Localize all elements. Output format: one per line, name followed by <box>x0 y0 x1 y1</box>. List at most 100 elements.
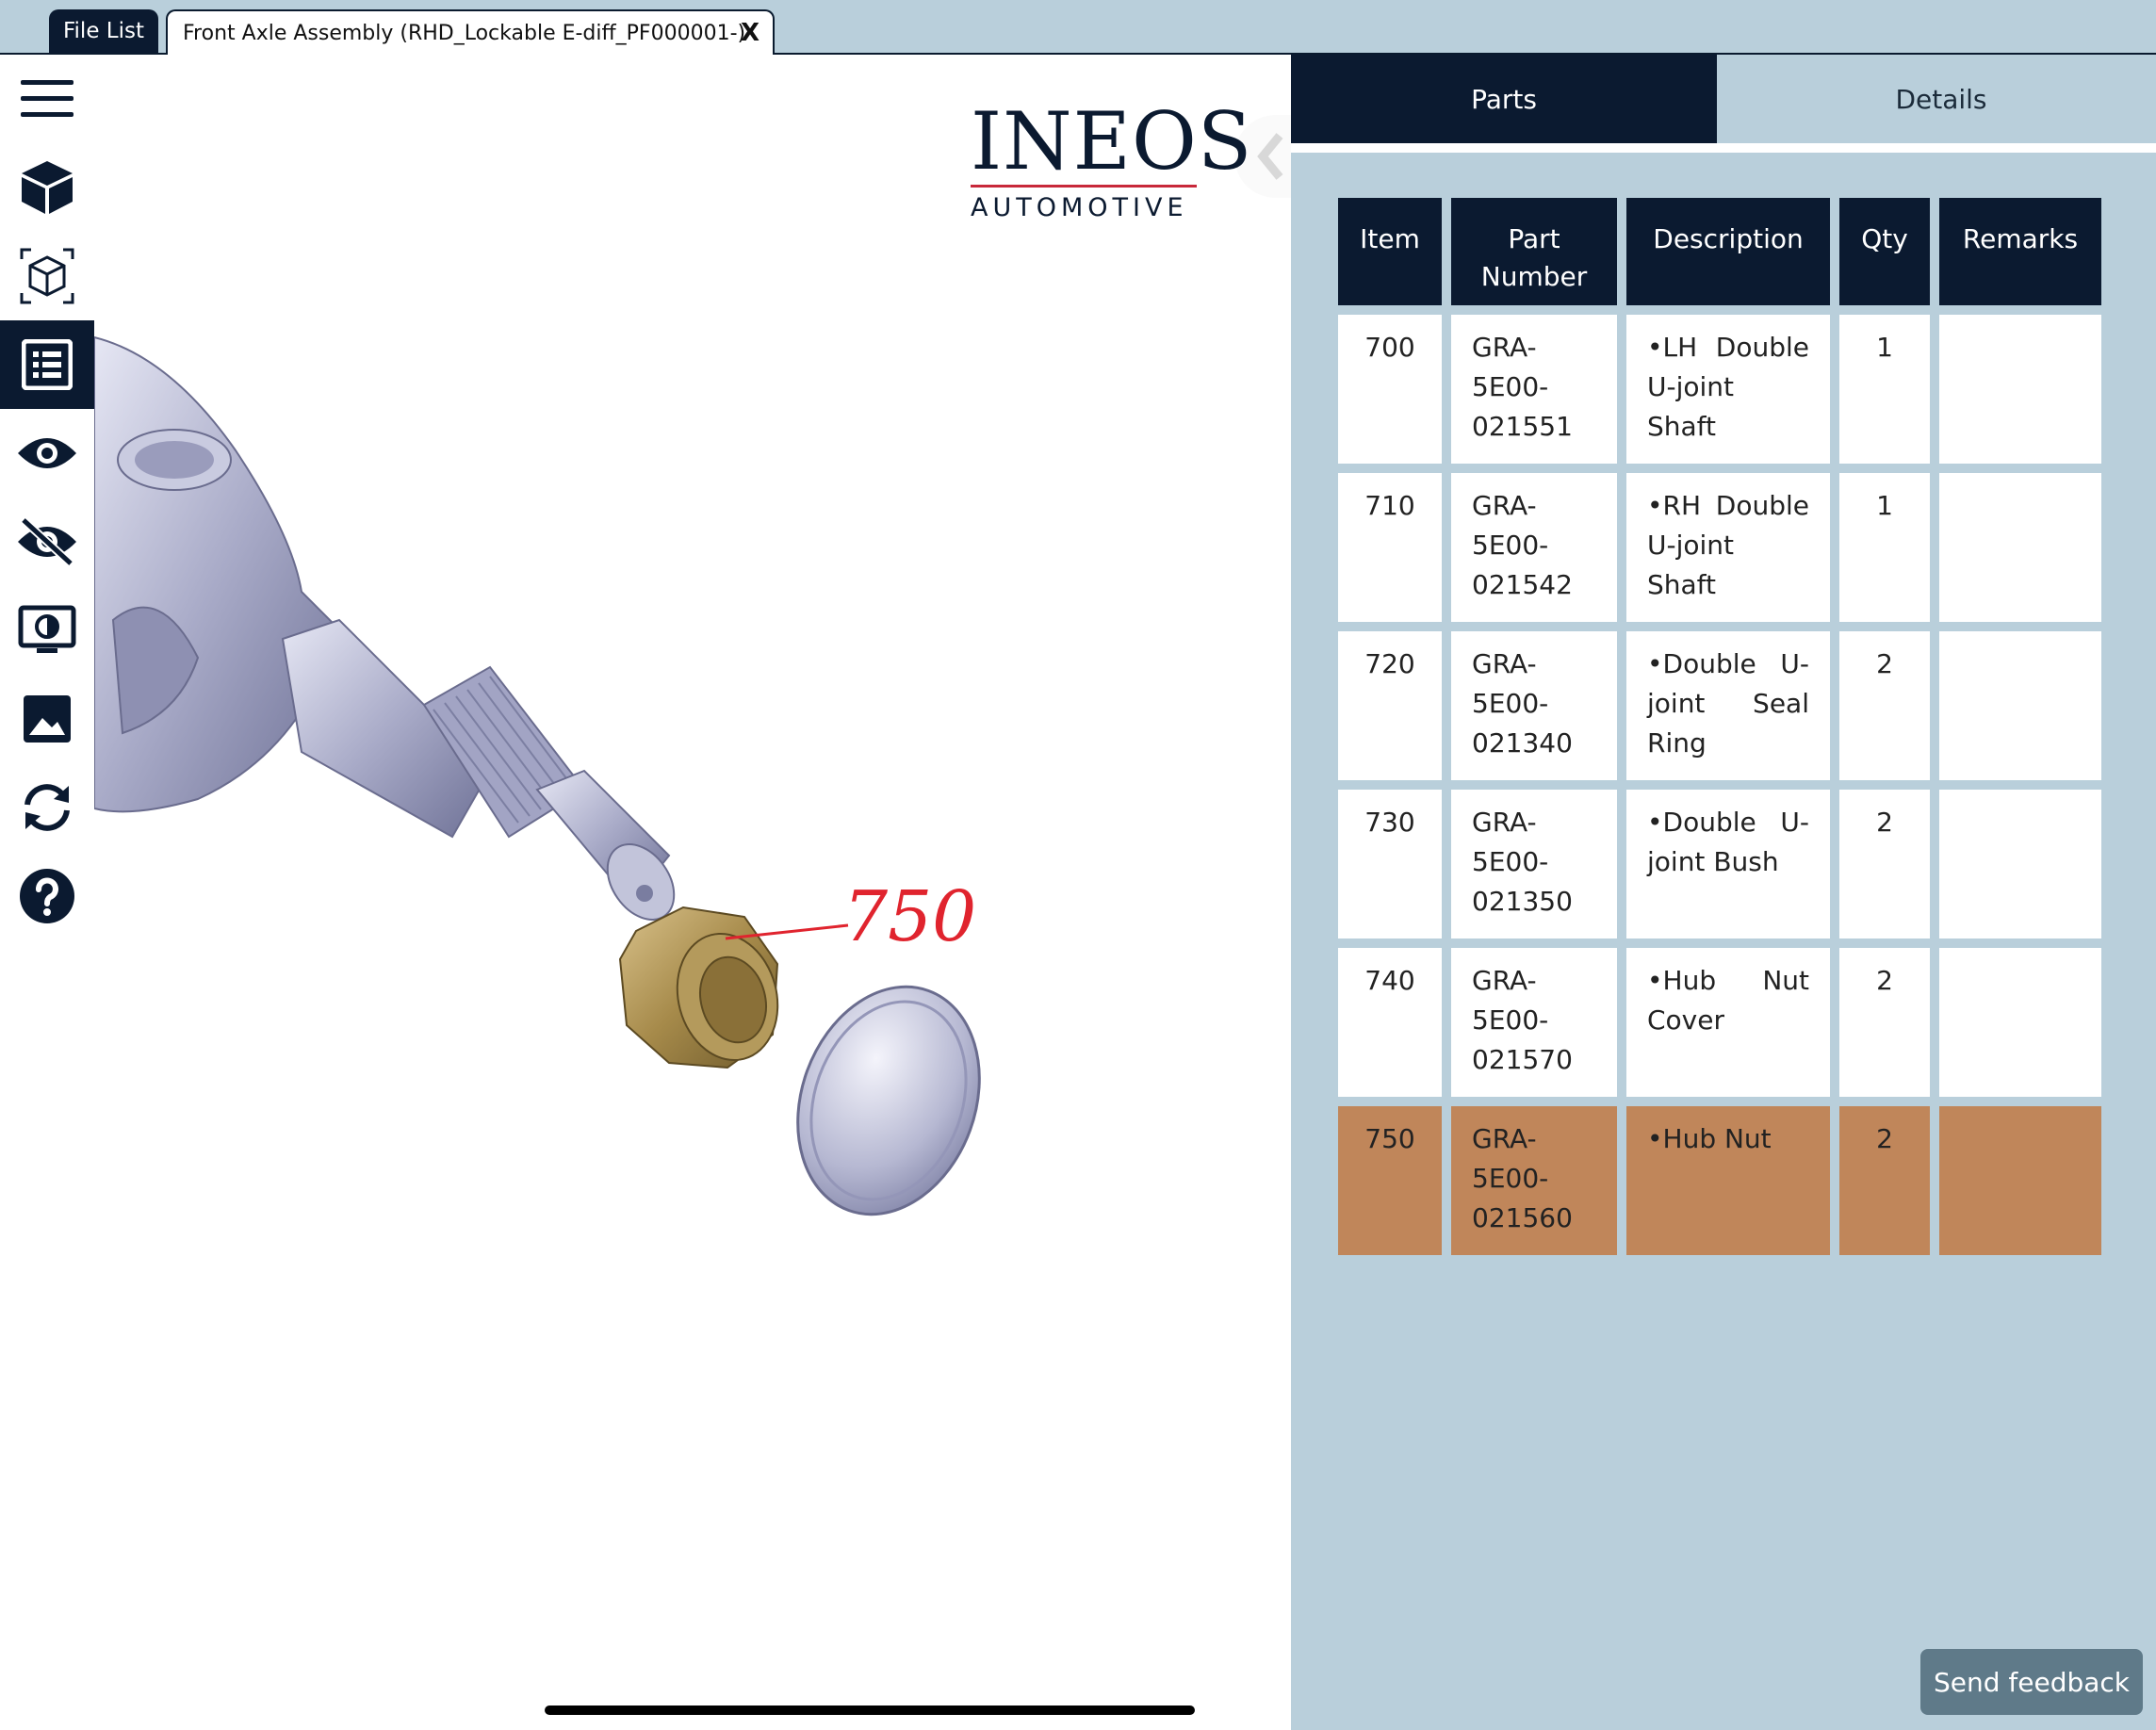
axle-model-render: 750 <box>94 335 981 1216</box>
ineos-logo: INEOS AUTOMOTIVE <box>971 95 1253 222</box>
pn-part: 021551 <box>1472 411 1573 442</box>
cell-part-number: GRA- 5E00- 021560 <box>1451 1106 1617 1255</box>
logo-brand: INEOS <box>971 95 1253 188</box>
cell-item: 710 <box>1338 473 1442 622</box>
logo-subtitle: AUTOMOTIVE <box>971 193 1188 222</box>
menu-button[interactable] <box>0 55 94 143</box>
panel-tab-divider <box>1291 143 2156 153</box>
cell-part-number: GRA- 5E00- 021551 <box>1451 315 1617 464</box>
solid-view-button[interactable] <box>0 143 94 232</box>
col-part-number-line1: Part <box>1508 223 1560 254</box>
pn-part: 5E00- <box>1472 530 1549 561</box>
cell-part-number: GRA- 5E00- 021350 <box>1451 790 1617 938</box>
parts-panel: Parts Details Item Part Number Descriptio… <box>1291 55 2156 1730</box>
cell-remarks <box>1939 790 2101 938</box>
cell-remarks <box>1939 1106 2101 1255</box>
table-row-selected[interactable]: 750 GRA- 5E00- 021560 •Hub Nut 2 <box>1338 1106 2101 1255</box>
pn-part: 5E00- <box>1472 846 1549 877</box>
refresh-icon <box>24 784 70 831</box>
pn-part: GRA- <box>1472 490 1537 521</box>
cell-part-number: GRA- 5E00- 021542 <box>1451 473 1617 622</box>
cell-description: •Hub Nut Cover <box>1626 948 1830 1097</box>
tab-details[interactable]: Details <box>1726 55 2156 143</box>
cell-remarks <box>1939 473 2101 622</box>
chevron-left-icon[interactable] <box>1250 128 1291 185</box>
cell-part-number: GRA- 5E00- 021340 <box>1451 631 1617 780</box>
cube-wireframe-icon <box>20 248 74 304</box>
col-item[interactable]: Item <box>1338 198 1442 305</box>
cell-qty: 2 <box>1839 631 1930 780</box>
cell-qty: 2 <box>1839 948 1930 1097</box>
col-part-number-line2: Number <box>1480 261 1588 292</box>
pn-part: 021340 <box>1472 727 1573 759</box>
parts-list-icon <box>22 339 73 390</box>
menu-icon <box>21 80 74 117</box>
tab-parts[interactable]: Parts <box>1291 55 1717 143</box>
home-indicator[interactable] <box>545 1706 1195 1715</box>
close-tab-button[interactable]: X <box>741 19 760 47</box>
col-remarks[interactable]: Remarks <box>1939 198 2101 305</box>
hide-button[interactable] <box>0 498 94 586</box>
col-description[interactable]: Description <box>1626 198 1830 305</box>
show-button[interactable] <box>0 409 94 498</box>
pn-part: 5E00- <box>1472 1004 1549 1036</box>
col-qty[interactable]: Qty <box>1839 198 1930 305</box>
table-row[interactable]: 740 GRA- 5E00- 021570 •Hub Nut Cover 2 <box>1338 948 2101 1097</box>
cell-remarks <box>1939 315 2101 464</box>
cell-remarks <box>1939 631 2101 780</box>
model-viewer[interactable]: 750 <box>94 55 1291 1730</box>
cell-remarks <box>1939 948 2101 1097</box>
pn-part: GRA- <box>1472 965 1537 996</box>
pn-part: 021570 <box>1472 1044 1573 1075</box>
table-row[interactable]: 700 GRA- 5E00- 021551 •LH Double U-joint S… <box>1338 315 2101 464</box>
pn-part: GRA- <box>1472 648 1537 679</box>
pn-part: 021350 <box>1472 886 1573 917</box>
cell-item: 720 <box>1338 631 1442 780</box>
eye-off-icon <box>18 516 76 567</box>
col-part-number[interactable]: Part Number <box>1451 198 1617 305</box>
callout-label[interactable]: 750 <box>843 876 976 957</box>
display-contrast-icon <box>18 605 76 653</box>
cell-qty: 1 <box>1839 315 1930 464</box>
table-header-row: Item Part Number Description Qty Remarks <box>1338 198 2101 305</box>
pn-part: 021560 <box>1472 1202 1573 1233</box>
eye-icon <box>18 438 76 468</box>
help-button[interactable] <box>0 852 94 940</box>
display-mode-button[interactable] <box>0 586 94 675</box>
help-icon <box>20 869 74 923</box>
sidebar-toolbar <box>0 55 94 940</box>
tab-document[interactable]: Front Axle Assembly (RHD_Lockable E-diff… <box>166 9 775 55</box>
pn-part: GRA- <box>1472 1123 1537 1154</box>
cell-description: •LH Double U-joint Shaft <box>1626 315 1830 464</box>
parts-list-button[interactable] <box>0 320 94 409</box>
table-row[interactable]: 720 GRA- 5E00- 021340 •Double U-joint Seal… <box>1338 631 2101 780</box>
pn-part: 021542 <box>1472 569 1573 600</box>
cell-item: 700 <box>1338 315 1442 464</box>
image-button[interactable] <box>0 675 94 763</box>
pn-part: 5E00- <box>1472 688 1549 719</box>
cell-description: •Hub Nut <box>1626 1106 1830 1255</box>
pn-part: GRA- <box>1472 807 1537 838</box>
cell-qty: 2 <box>1839 1106 1930 1255</box>
cell-item: 750 <box>1338 1106 1442 1255</box>
tab-document-label: Front Axle Assembly (RHD_Lockable E-diff… <box>183 21 746 45</box>
cell-item: 740 <box>1338 948 1442 1097</box>
cell-qty: 2 <box>1839 790 1930 938</box>
cell-description: •Double U-joint Bush <box>1626 790 1830 938</box>
refresh-button[interactable] <box>0 763 94 852</box>
cell-description: •RH Double U-joint Shaft <box>1626 473 1830 622</box>
cell-part-number: GRA- 5E00- 021570 <box>1451 948 1617 1097</box>
cube-solid-icon <box>22 161 73 214</box>
table-row[interactable]: 730 GRA- 5E00- 021350 •Double U-joint Bush… <box>1338 790 2101 938</box>
pn-part: 5E00- <box>1472 371 1549 402</box>
pn-part: 5E00- <box>1472 1163 1549 1194</box>
wireframe-view-button[interactable] <box>0 232 94 320</box>
parts-table: Item Part Number Description Qty Remarks … <box>1329 188 2111 1265</box>
table-row[interactable]: 710 GRA- 5E00- 021542 •RH Double U-joint S… <box>1338 473 2101 622</box>
send-feedback-button[interactable]: Send feedback <box>1920 1649 2143 1715</box>
image-icon <box>24 695 71 743</box>
pn-part: GRA- <box>1472 332 1537 363</box>
tab-file-list[interactable]: File List <box>49 9 158 53</box>
cell-qty: 1 <box>1839 473 1930 622</box>
cell-item: 730 <box>1338 790 1442 938</box>
